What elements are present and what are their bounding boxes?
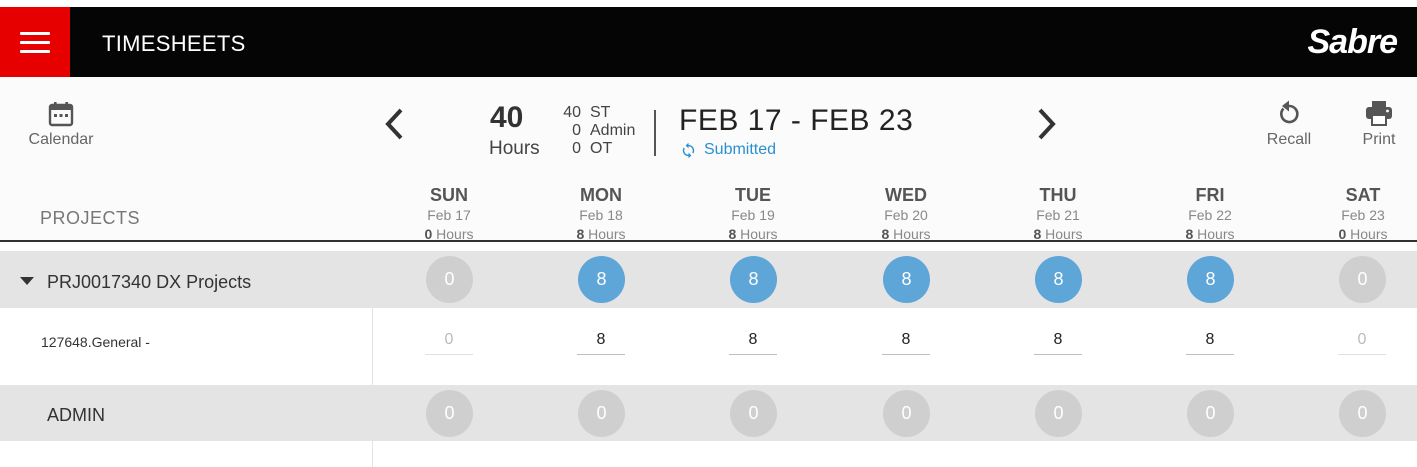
hours-input-fri[interactable]: 8 (1186, 331, 1234, 355)
app-title: TIMESHEETS (102, 31, 246, 56)
breakdown-ot: 0 OT (572, 140, 613, 157)
sync-icon (682, 142, 695, 158)
previous-week-button[interactable] (384, 107, 406, 146)
day-header-sun: SUN Feb 17 0 Hours (424, 185, 474, 242)
status-text: Submitted (704, 141, 777, 158)
calendar-label: Calendar (28, 131, 94, 148)
undo-icon (1280, 100, 1299, 124)
hours-input-mon[interactable]: 8 (577, 331, 625, 355)
admin-row[interactable]: ADMIN 0 0 0 0 0 0 0 (0, 385, 1417, 441)
day-header-wed: WED Feb 20 8 Hours (881, 185, 931, 242)
status-badge: Submitted (680, 141, 776, 159)
project-row[interactable]: PRJ0017340 DX Projects 0 8 8 8 8 8 0 (0, 251, 1417, 308)
admin-total-tue: 0 (730, 390, 777, 437)
project-total-tue: 8 (730, 256, 777, 303)
day-header-thu: THU Feb 21 8 Hours (1033, 185, 1083, 242)
print-button[interactable]: Print (1354, 99, 1404, 149)
admin-total-wed: 0 (883, 390, 930, 437)
week-grid-header: PROJECTS SUN Feb 17 0 Hours MON Feb 18 8… (0, 177, 1417, 242)
print-icon (1366, 101, 1392, 126)
recall-button[interactable]: Recall (1258, 99, 1320, 149)
admin-total-fri: 0 (1187, 390, 1234, 437)
sabre-logo: Sabre (1307, 23, 1398, 61)
total-hours-label: Hours (489, 138, 540, 159)
calendar-icon (48, 102, 74, 127)
task-label: 127648.General - (41, 334, 150, 350)
hours-input-tue[interactable]: 8 (729, 331, 777, 355)
hours-input-wed[interactable]: 8 (882, 331, 930, 355)
next-week-button[interactable] (1035, 107, 1057, 146)
project-total-wed: 8 (883, 256, 930, 303)
menu-button[interactable] (0, 7, 70, 77)
top-strip (0, 0, 1417, 7)
project-title: PRJ0017340 DX Projects (47, 272, 252, 292)
day-header-mon: MON Feb 18 8 Hours (576, 185, 626, 242)
chevron-right-icon (1038, 108, 1056, 140)
projects-column-header: PROJECTS (40, 208, 141, 228)
project-total-sat: 0 (1339, 256, 1386, 303)
caret-down-icon[interactable] (20, 277, 34, 285)
admin-title: ADMIN (47, 405, 105, 425)
total-hours-value: 40 (490, 101, 524, 134)
project-total-fri: 8 (1187, 256, 1234, 303)
recall-label: Recall (1266, 131, 1312, 148)
admin-total-mon: 0 (578, 390, 625, 437)
calendar-button[interactable]: Calendar (26, 101, 96, 149)
day-header-sat: SAT Feb 23 0 Hours (1338, 185, 1388, 242)
hours-breakdown: 40 ST 0 Admin 0 OT (555, 104, 635, 158)
breakdown-st: 40 ST (563, 104, 611, 121)
chevron-left-icon (385, 108, 403, 140)
summary-divider (654, 110, 656, 156)
hours-input-sun[interactable]: 0 (425, 331, 473, 355)
print-label: Print (1362, 131, 1396, 148)
app-header: TIMESHEETS Sabre (0, 7, 1417, 77)
week-range: FEB 17 - FEB 23 (679, 104, 914, 137)
day-header-fri: FRI Feb 22 8 Hours (1185, 185, 1235, 242)
project-total-thu: 8 (1035, 256, 1082, 303)
breakdown-admin: 0 Admin (572, 122, 636, 139)
admin-total-thu: 0 (1035, 390, 1082, 437)
hours-input-thu[interactable]: 8 (1034, 331, 1082, 355)
hours-input-sat[interactable]: 0 (1338, 331, 1386, 355)
admin-total-sat: 0 (1339, 390, 1386, 437)
timesheet-toolbar: Calendar 40 Hours 40 ST 0 Admin 0 OT FEB… (0, 77, 1417, 177)
project-total-mon: 8 (578, 256, 625, 303)
project-total-sun: 0 (426, 256, 473, 303)
admin-total-sun: 0 (426, 390, 473, 437)
day-header-tue: TUE Feb 19 8 Hours (728, 185, 778, 242)
